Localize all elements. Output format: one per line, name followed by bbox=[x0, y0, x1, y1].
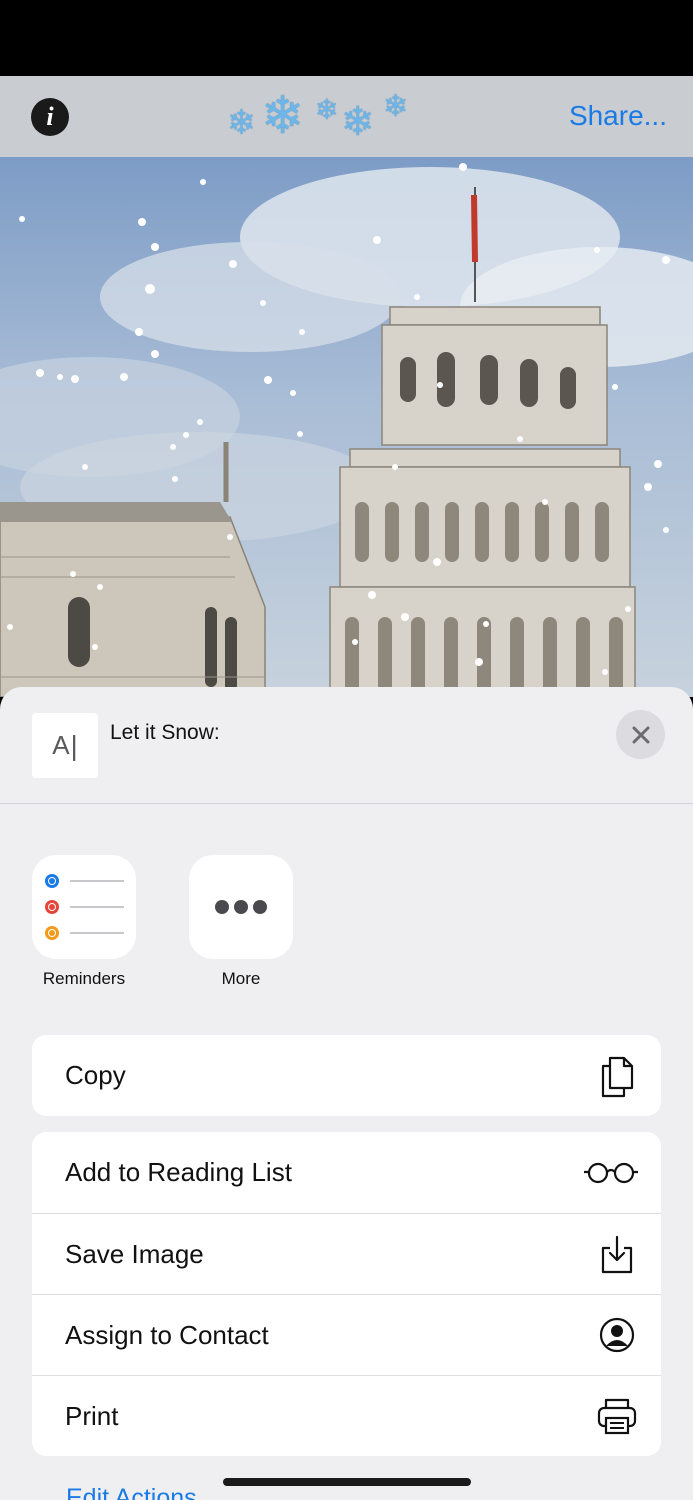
app-more[interactable]: More bbox=[189, 855, 293, 989]
assign-to-contact-button[interactable]: Assign to Contact bbox=[32, 1294, 661, 1375]
snowflake-logo: ❄ ❄ ❄ ❄ ❄ bbox=[227, 87, 409, 145]
close-icon bbox=[632, 726, 649, 743]
share-button[interactable]: Share... bbox=[569, 100, 667, 132]
copy-icon bbox=[595, 1054, 639, 1098]
app-label: Reminders bbox=[42, 969, 126, 988]
text-document-icon: A | bbox=[32, 713, 98, 778]
action-group-main: Add to Reading List Save Image Assign to… bbox=[32, 1132, 661, 1456]
share-sheet: A | Let it Snow: Reminders More Copy Add… bbox=[0, 687, 693, 1500]
app-reminders[interactable]: Reminders bbox=[32, 855, 136, 989]
reminders-icon bbox=[32, 855, 136, 959]
nav-bar: i ❄ ❄ ❄ ❄ ❄ Share... bbox=[0, 76, 693, 157]
info-button[interactable]: i bbox=[31, 98, 69, 136]
action-label: Add to Reading List bbox=[65, 1157, 292, 1187]
glasses-icon bbox=[583, 1151, 639, 1195]
save-image-button[interactable]: Save Image bbox=[32, 1213, 661, 1294]
save-image-icon bbox=[595, 1232, 639, 1276]
close-button[interactable] bbox=[616, 710, 665, 759]
share-sheet-title: Let it Snow: bbox=[110, 721, 220, 744]
more-icon bbox=[189, 855, 293, 959]
contact-icon bbox=[595, 1313, 639, 1357]
background-photo bbox=[0, 157, 693, 697]
app-label: More bbox=[221, 969, 261, 988]
action-label: Copy bbox=[65, 1060, 126, 1090]
share-sheet-header: A | Let it Snow: bbox=[0, 687, 693, 804]
action-label: Print bbox=[65, 1400, 119, 1431]
action-group-copy: Copy bbox=[32, 1035, 661, 1116]
copy-button[interactable]: Copy bbox=[32, 1035, 661, 1116]
add-to-reading-list-button[interactable]: Add to Reading List bbox=[32, 1132, 661, 1213]
info-icon: i bbox=[46, 102, 54, 131]
action-label: Assign to Contact bbox=[65, 1319, 269, 1350]
status-bar bbox=[0, 0, 693, 76]
printer-icon bbox=[595, 1394, 639, 1438]
edit-actions-link[interactable]: Edit Actions... bbox=[66, 1484, 217, 1500]
home-indicator bbox=[223, 1478, 471, 1486]
action-label: Save Image bbox=[65, 1238, 204, 1269]
print-button[interactable]: Print bbox=[32, 1375, 661, 1456]
